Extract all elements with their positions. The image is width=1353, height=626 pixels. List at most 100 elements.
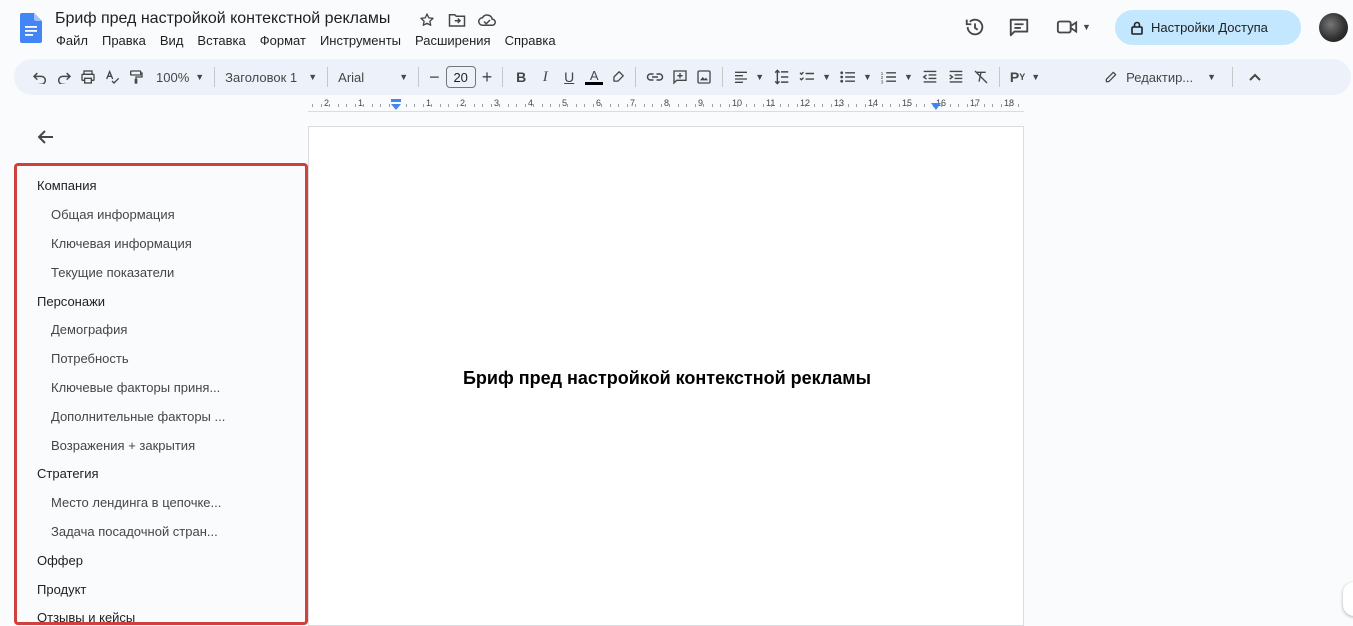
add-comment-icon[interactable]	[668, 63, 692, 91]
outline-item[interactable]: Задача посадочной стран...	[51, 524, 218, 539]
menu-format[interactable]: Формат	[260, 33, 306, 48]
bulleted-list-icon[interactable]: ▼	[835, 63, 876, 91]
increase-indent-icon[interactable]	[943, 63, 969, 91]
side-panel-toggle-button[interactable]	[1343, 582, 1353, 616]
avatar[interactable]	[1319, 13, 1348, 42]
menu-extensions[interactable]: Расширения	[415, 33, 491, 48]
cloud-saved-icon[interactable]	[478, 11, 496, 29]
right-indent-marker-icon[interactable]	[930, 103, 942, 111]
docs-logo-icon[interactable]	[20, 13, 42, 43]
outline-item[interactable]: Отзывы и кейсы	[37, 610, 135, 622]
line-spacing-icon[interactable]	[768, 63, 794, 91]
ruler-minor-mark	[728, 104, 730, 107]
zoom-select[interactable]: 100% ▼	[152, 63, 208, 91]
outline-item[interactable]: Текущие показатели	[51, 265, 174, 280]
title-icons	[418, 11, 496, 29]
pencil-icon	[1105, 71, 1117, 83]
outline-item[interactable]: Компания	[37, 178, 97, 193]
paint-format-icon[interactable]	[124, 63, 148, 91]
document-title[interactable]: Бриф пред настройкой контекстной рекламы	[55, 10, 390, 28]
numbered-list-icon[interactable]: 123 ▼	[876, 63, 917, 91]
ruler-minor-mark	[507, 104, 509, 107]
left-indent-marker-icon[interactable]	[390, 99, 402, 111]
star-icon[interactable]	[418, 11, 436, 29]
outline-item[interactable]: Продукт	[37, 582, 86, 597]
spellcheck-icon[interactable]	[100, 63, 124, 91]
menu-edit[interactable]: Правка	[102, 33, 146, 48]
menu-help[interactable]: Справка	[505, 33, 556, 48]
increase-font-size-button[interactable]: +	[478, 63, 497, 91]
outline-item[interactable]: Место лендинга в цепочке...	[51, 495, 221, 510]
font-size-input[interactable]: 20	[445, 66, 476, 88]
outline-item[interactable]: Возражения + закрытия	[51, 438, 195, 453]
comment-icon[interactable]	[1006, 14, 1032, 40]
document-heading[interactable]: Бриф пред настройкой контекстной рекламы	[309, 368, 1025, 389]
outline-item[interactable]: Потребность	[51, 351, 129, 366]
outline-item[interactable]: Стратегия	[37, 466, 99, 481]
ruler-minor-mark	[830, 104, 832, 107]
bold-icon[interactable]: B	[509, 63, 533, 91]
ruler-minor-mark	[516, 104, 517, 107]
insert-image-icon[interactable]	[692, 63, 716, 91]
menu-bar: Файл Правка Вид Вставка Формат Инструмен…	[56, 33, 556, 48]
outline-item[interactable]: Ключевые факторы приня...	[51, 380, 220, 395]
svg-text:3: 3	[881, 79, 884, 84]
ruler-minor-mark	[405, 104, 407, 107]
link-icon[interactable]	[642, 63, 668, 91]
ruler-minor-mark	[575, 104, 577, 107]
undo-icon[interactable]	[28, 63, 52, 91]
ruler[interactable]: 2 1 1 2 3 4 5 6 7 8 9 10 11 12 13 14 15 16 17 18	[308, 96, 1024, 112]
chevron-down-icon: ▼	[1207, 72, 1217, 82]
divider	[1232, 67, 1234, 87]
menu-file[interactable]: Файл	[56, 33, 88, 48]
menu-view[interactable]: Вид	[160, 33, 184, 48]
meet-icon[interactable]	[1054, 14, 1080, 40]
collapse-toolbar-icon[interactable]	[1245, 63, 1265, 91]
align-icon[interactable]: ▼	[729, 63, 768, 91]
decrease-font-size-button[interactable]: −	[425, 63, 444, 91]
clear-formatting-icon[interactable]	[969, 63, 993, 91]
divider	[722, 67, 724, 87]
ruler-minor-mark	[805, 104, 806, 107]
menu-insert[interactable]: Вставка	[197, 33, 245, 48]
ruler-minor-mark	[312, 104, 313, 107]
share-button[interactable]: Настройки Доступа	[1115, 10, 1301, 45]
italic-icon[interactable]: I	[533, 63, 557, 91]
highlight-icon[interactable]	[607, 63, 629, 91]
ruler-minor-mark	[694, 104, 696, 107]
underline-icon[interactable]: U	[557, 63, 581, 91]
ruler-minor-mark	[660, 104, 662, 107]
ruler-minor-mark	[669, 104, 670, 107]
document-page[interactable]: Бриф пред настройкой контекстной рекламы	[308, 126, 1024, 626]
paragraph-style-button[interactable]: PY ▼	[1006, 63, 1044, 91]
menu-tools[interactable]: Инструменты	[320, 33, 401, 48]
history-icon[interactable]	[962, 14, 988, 40]
outline-item[interactable]: Ключевая информация	[51, 236, 192, 251]
ruler-minor-mark	[354, 104, 356, 107]
ruler-minor-mark	[482, 104, 483, 107]
move-folder-icon[interactable]	[448, 11, 466, 29]
outline-item[interactable]: Общая информация	[51, 207, 175, 222]
redo-icon[interactable]	[52, 63, 76, 91]
ruler-minor-mark	[626, 104, 628, 107]
text-color-icon[interactable]: A	[581, 63, 607, 91]
outline-item[interactable]: Дополнительные факторы ...	[51, 409, 225, 424]
decrease-indent-icon[interactable]	[917, 63, 943, 91]
style-select[interactable]: Заголовок 1 ▼	[221, 63, 321, 91]
lock-icon	[1131, 21, 1143, 35]
back-arrow-icon[interactable]	[36, 127, 56, 147]
ruler-minor-mark	[924, 104, 925, 107]
top-bar: Бриф пред настройкой контекстной рекламы…	[0, 0, 1353, 56]
print-icon[interactable]	[76, 63, 100, 91]
checklist-icon[interactable]: ▼	[794, 63, 835, 91]
meet-dropdown-icon[interactable]: ▼	[1082, 22, 1091, 32]
ruler-minor-mark	[439, 104, 441, 107]
divider	[502, 67, 504, 87]
outline-item[interactable]: Персонажи	[37, 294, 105, 309]
editing-mode-select[interactable]: Редактир... ▼	[1100, 63, 1220, 91]
ruler-minor-mark	[567, 104, 568, 107]
outline-item[interactable]: Демография	[51, 322, 127, 337]
ruler-minor-mark	[754, 104, 755, 107]
outline-item[interactable]: Оффер	[37, 553, 83, 568]
font-select[interactable]: Arial ▼	[334, 63, 412, 91]
